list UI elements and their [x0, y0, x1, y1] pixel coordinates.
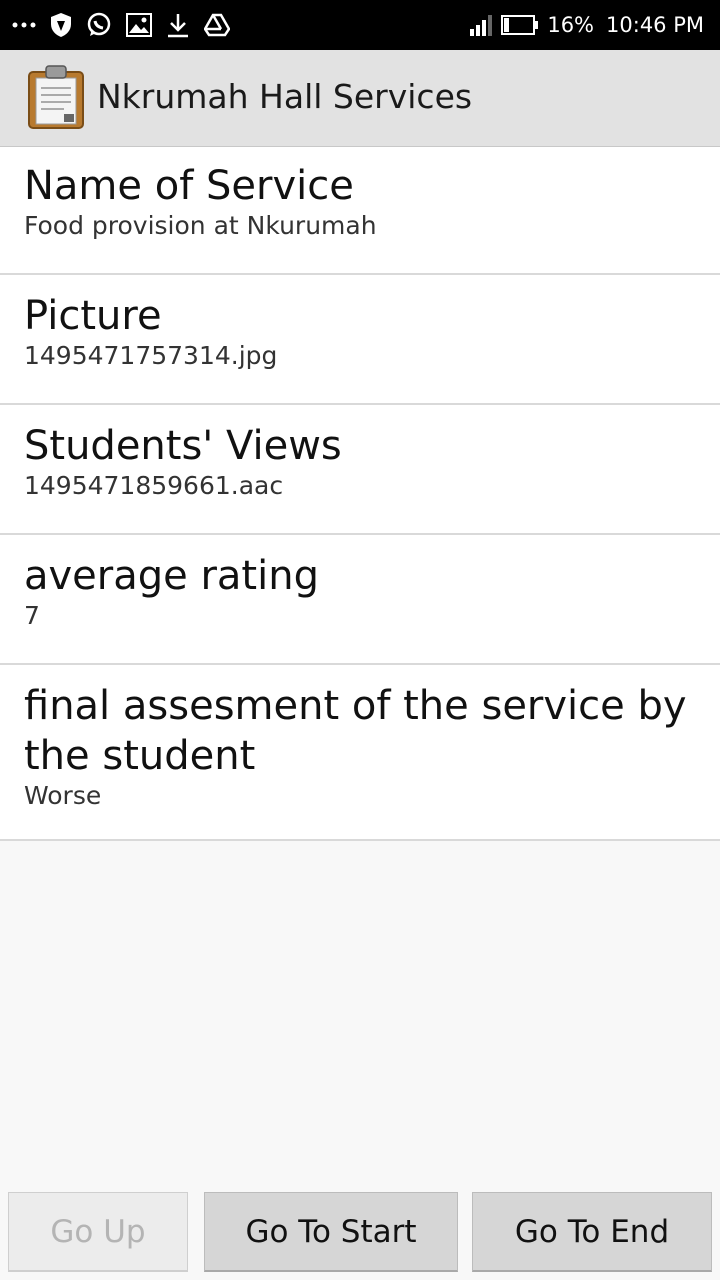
- field-label: Students' Views: [24, 423, 342, 469]
- go-to-end-button[interactable]: Go To End: [472, 1192, 712, 1272]
- list-item[interactable]: average rating 7: [0, 535, 720, 665]
- shield-icon: [50, 12, 72, 38]
- field-value: Worse: [24, 781, 102, 810]
- field-label: Name of Service: [24, 163, 354, 209]
- battery-icon: [501, 14, 539, 36]
- list-item[interactable]: Students' Views 1495471859661.aac: [0, 405, 720, 535]
- signal-icon: [469, 13, 493, 37]
- field-label: average rating: [24, 553, 319, 599]
- field-value: 1495471859661.aac: [24, 471, 284, 500]
- whatsapp-icon: [86, 12, 112, 38]
- field-label: Picture: [24, 293, 162, 339]
- go-up-button[interactable]: Go Up: [8, 1192, 188, 1272]
- image-icon: [126, 13, 152, 37]
- drive-icon: [204, 13, 230, 37]
- battery-percent: 16%: [547, 13, 595, 37]
- list-item[interactable]: final assesment of the service by the st…: [0, 665, 720, 841]
- list-item[interactable]: Picture 1495471757314.jpg: [0, 275, 720, 405]
- download-icon: [166, 12, 190, 38]
- field-value: Food provision at Nkurumah: [24, 211, 377, 240]
- clock: 10:46 PM: [606, 13, 704, 37]
- clipboard-icon: [26, 64, 86, 130]
- system-indicators: 16% 10:46 PM: [461, 0, 704, 50]
- status-bar: 16% 10:46 PM: [0, 0, 720, 50]
- action-bar: Nkrumah Hall Services: [0, 50, 720, 147]
- field-value: 7: [24, 601, 40, 630]
- field-value: 1495471757314.jpg: [24, 341, 278, 370]
- more-dots-icon: [12, 21, 36, 29]
- field-label: final assesment of the service by the st…: [24, 683, 687, 779]
- list-item[interactable]: Name of Service Food provision at Nkurum…: [0, 147, 720, 275]
- go-to-start-button[interactable]: Go To Start: [204, 1192, 458, 1272]
- app-title: Nkrumah Hall Services: [97, 77, 473, 116]
- field-list: Name of Service Food provision at Nkurum…: [0, 147, 720, 841]
- notification-icons: [12, 0, 244, 50]
